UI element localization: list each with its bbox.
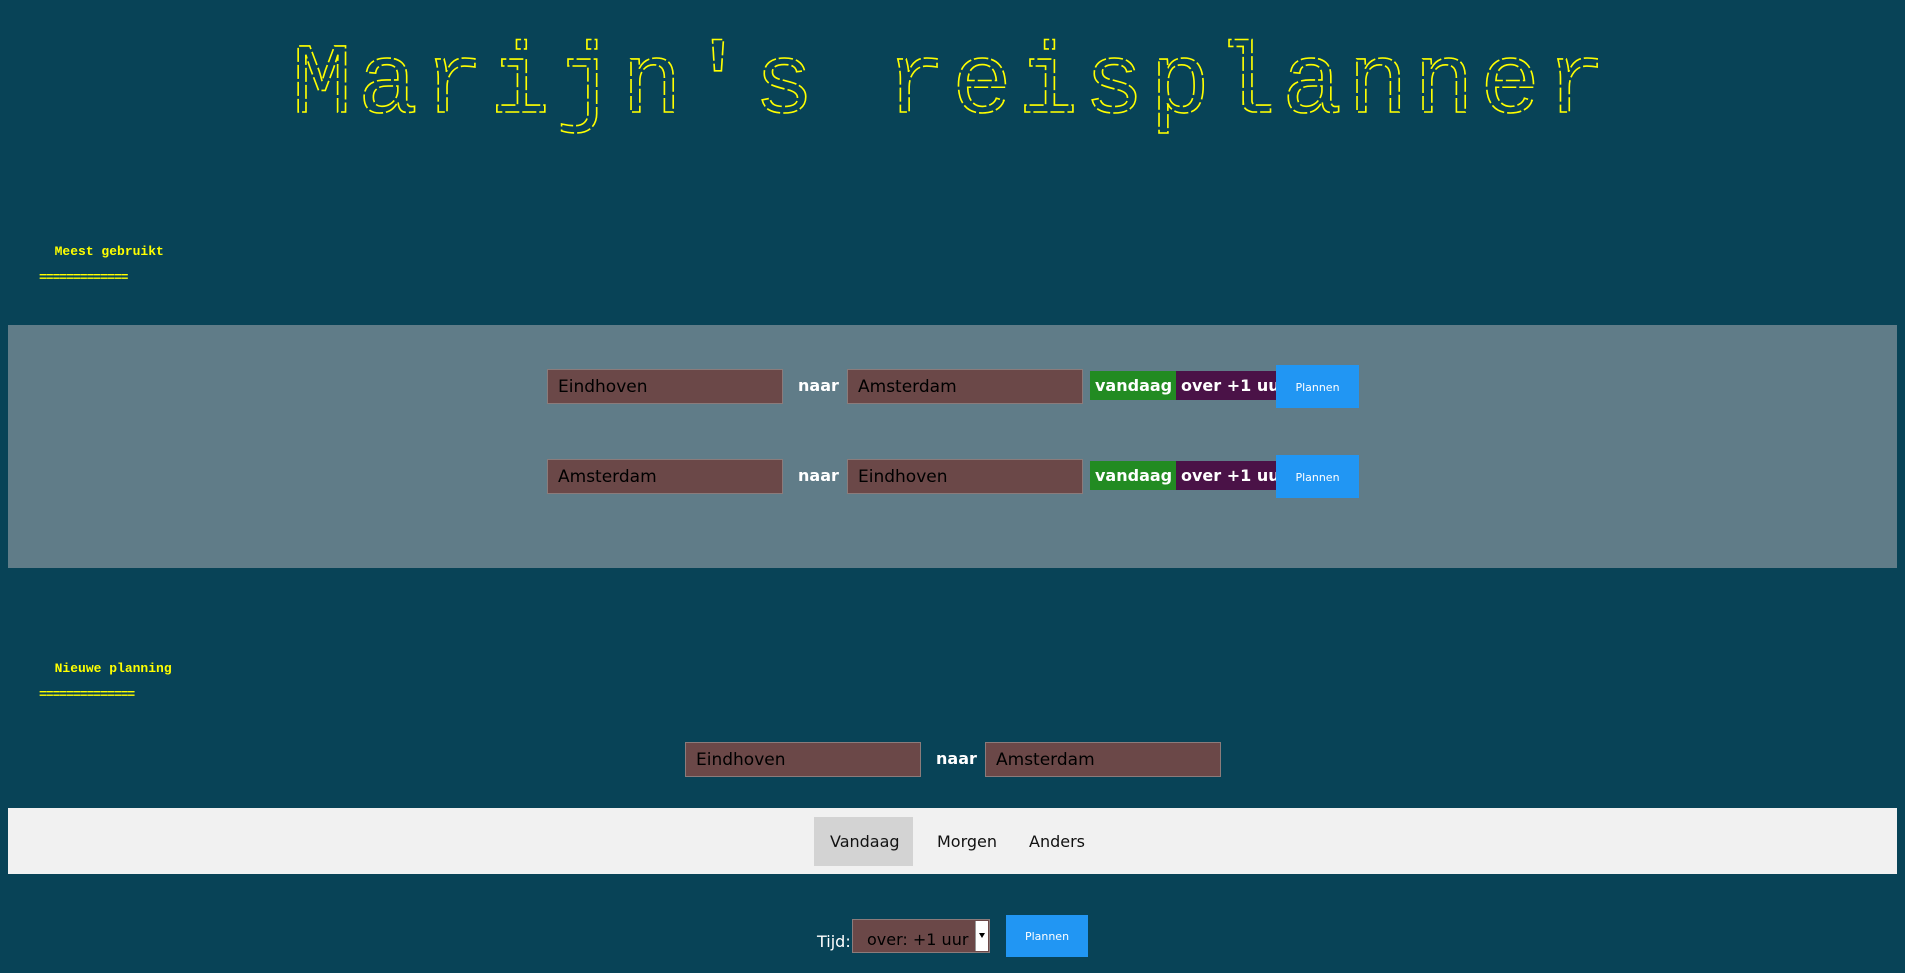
naar-label: naar xyxy=(798,376,839,395)
app-title: Marijn's reisplanner xyxy=(0,28,1905,143)
app-title-art: Marijn's reisplanner xyxy=(291,29,1612,143)
tab-anders[interactable]: Anders xyxy=(1013,817,1100,866)
day-badge[interactable]: vandaag xyxy=(1090,371,1178,400)
from-station-input[interactable] xyxy=(547,369,783,404)
new-planning-section-heading: Nieuwe planning ============== xyxy=(39,649,172,714)
frequent-heading-underline: ============= xyxy=(39,270,128,285)
chevron-down-icon[interactable] xyxy=(975,921,988,951)
new-planning-heading-underline: ============== xyxy=(39,687,135,702)
from-station-input[interactable] xyxy=(547,459,783,494)
tab-vandaag[interactable]: Vandaag xyxy=(814,817,913,866)
time-select[interactable]: over: +1 uur xyxy=(852,919,990,953)
app-title-text: Marijn's reisplanner xyxy=(292,30,1612,143)
frequent-section-heading: Meest gebruikt ============= xyxy=(39,232,164,297)
time-label: Tijd: xyxy=(817,932,851,951)
new-to-station-input[interactable] xyxy=(985,742,1221,777)
naar-label: naar xyxy=(936,749,977,768)
new-planning-heading-text: Nieuwe planning xyxy=(54,661,172,676)
new-route-row: naar xyxy=(0,738,1905,782)
new-from-station-input[interactable] xyxy=(685,742,921,777)
plan-button[interactable]: Plannen xyxy=(1276,455,1359,498)
frequent-route-row: naar vandaag over +1 uur Plannen xyxy=(0,455,1905,499)
to-station-input[interactable] xyxy=(847,459,1083,494)
day-tabbar: Vandaag Morgen Anders xyxy=(8,808,1897,874)
frequent-route-row: naar vandaag over +1 uur Plannen xyxy=(0,365,1905,409)
plan-button[interactable]: Plannen xyxy=(1276,365,1359,408)
frequent-heading-text: Meest gebruikt xyxy=(54,244,164,259)
day-badge[interactable]: vandaag xyxy=(1090,461,1178,490)
frequent-routes-panel xyxy=(8,325,1897,568)
naar-label: naar xyxy=(798,466,839,485)
time-select-value: over: +1 uur xyxy=(867,930,969,949)
tab-morgen[interactable]: Morgen xyxy=(921,817,1013,866)
new-plan-button[interactable]: Plannen xyxy=(1006,915,1088,957)
to-station-input[interactable] xyxy=(847,369,1083,404)
